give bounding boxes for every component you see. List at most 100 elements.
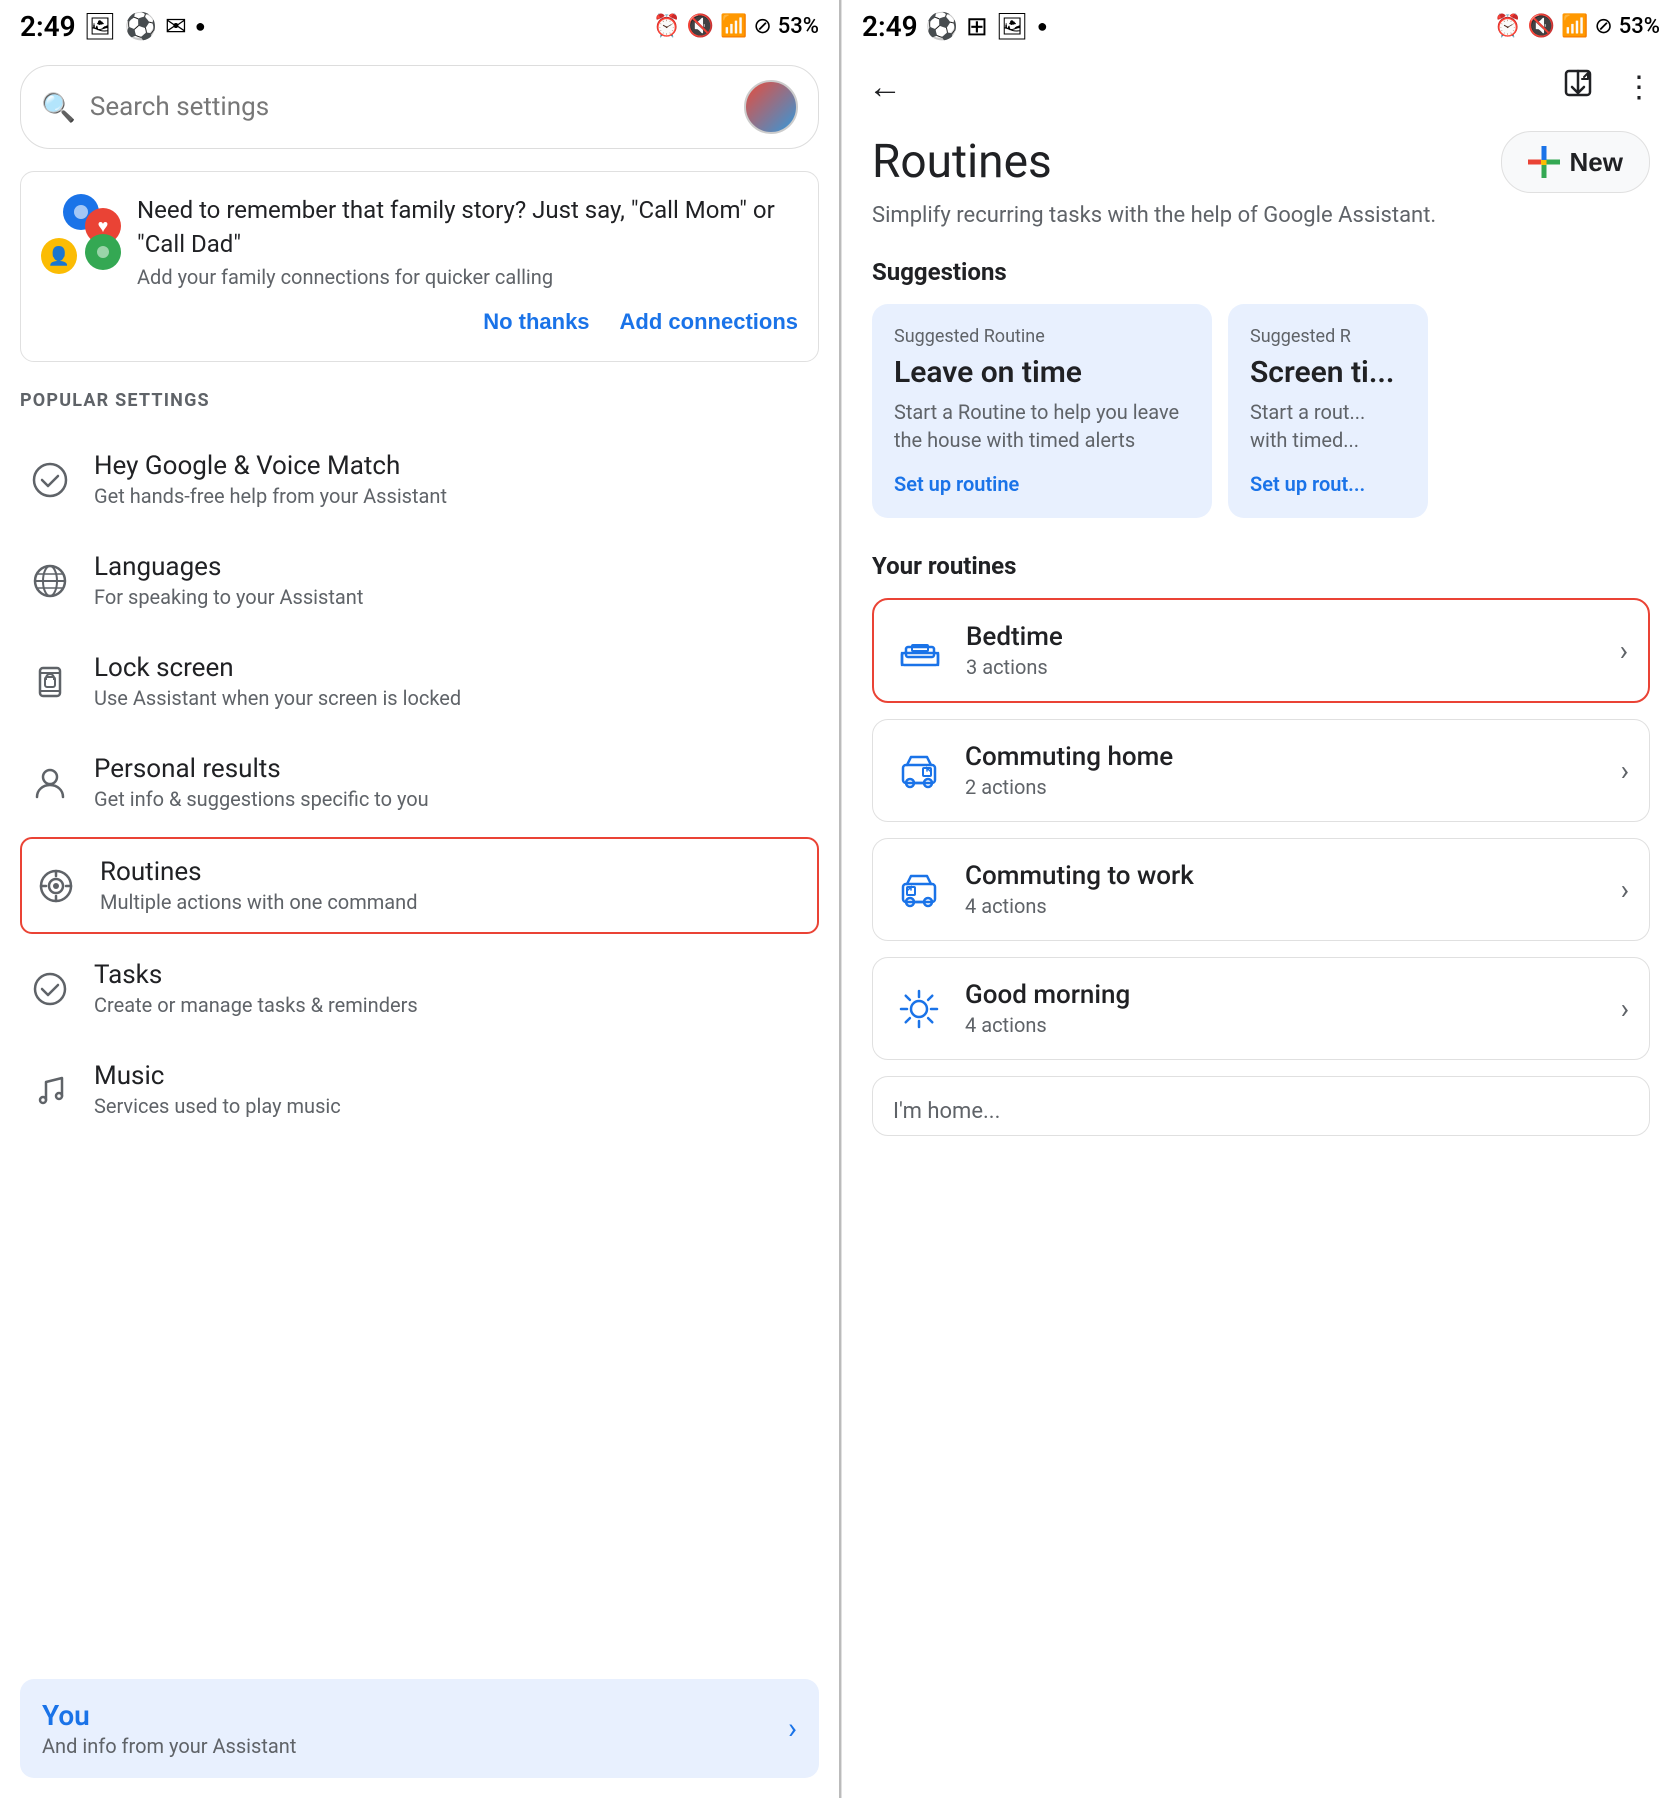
you-title: You [42, 1699, 296, 1732]
commuting-work-sub: 4 actions [965, 894, 1601, 918]
car-home-icon [893, 745, 945, 797]
hey-google-text: Hey Google & Voice Match Get hands-free … [94, 451, 811, 508]
suggestion-link-2[interactable]: Set up rout... [1250, 472, 1406, 496]
languages-text: Languages For speaking to your Assistant [94, 552, 811, 609]
mute-icon-left: 🔇 [687, 14, 714, 39]
commuting-home-text: Commuting home 2 actions [965, 742, 1601, 799]
commuting-home-sub: 2 actions [965, 775, 1601, 799]
suggestion-card-screen-time[interactable]: Suggested R Screen ti... Start a rout...… [1228, 304, 1428, 518]
lock-screen-sub: Use Assistant when your screen is locked [94, 686, 811, 710]
ball-icon: ⚽ [125, 12, 157, 42]
bed-icon [894, 625, 946, 677]
car-work-icon [893, 864, 945, 916]
promo-subtitle: Add your family connections for quicker … [137, 265, 798, 289]
dot-indicator: ● [195, 16, 206, 37]
avatar[interactable] [744, 80, 798, 134]
back-button[interactable]: ← [862, 62, 908, 113]
promo-text: Need to remember that family story? Just… [137, 194, 798, 289]
tasks-title: Tasks [94, 960, 811, 990]
suggestion-desc-2: Start a rout... with timed... [1250, 398, 1406, 454]
mute-icon-right: 🔇 [1528, 14, 1555, 39]
suggestion-label-2: Suggested R [1250, 326, 1406, 347]
block-icon-right: ⊘ [1594, 14, 1612, 39]
lock-screen-text: Lock screen Use Assistant when your scre… [94, 653, 811, 710]
suggestions-section-title: Suggestions [872, 258, 1650, 286]
partial-item-label: I'm home... [893, 1099, 1629, 1124]
settings-item-hey-google[interactable]: Hey Google & Voice Match Get hands-free … [20, 429, 819, 530]
status-right-left: ⏰ 🔇 📶 ⊘ 53% [653, 14, 819, 39]
bedtime-sub: 3 actions [966, 655, 1600, 679]
no-thanks-button[interactable]: No thanks [483, 305, 589, 339]
bedtime-title: Bedtime [966, 622, 1600, 652]
new-routine-button[interactable]: New [1501, 131, 1650, 193]
hey-google-title: Hey Google & Voice Match [94, 451, 811, 481]
you-card[interactable]: You And info from your Assistant › [20, 1679, 819, 1778]
header-actions: ⋮ [1556, 61, 1660, 113]
search-icon: 🔍 [41, 91, 76, 124]
music-icon [28, 1068, 72, 1112]
promo-card: ♥ 👤 Need to remember that family story? … [20, 171, 819, 362]
right-header-nav: ← ⋮ [842, 49, 1680, 121]
google-plus-icon [1528, 146, 1560, 178]
languages-title: Languages [94, 552, 811, 582]
promo-green-icon [85, 234, 121, 270]
suggestion-title-2: Screen ti... [1250, 355, 1406, 390]
suggestion-title-1: Leave on time [894, 355, 1190, 390]
check-circle-icon [28, 458, 72, 502]
music-sub: Services used to play music [94, 1094, 811, 1118]
settings-item-lock-screen[interactable]: Lock screen Use Assistant when your scre… [20, 631, 819, 732]
settings-item-music[interactable]: Music Services used to play music [20, 1039, 819, 1140]
right-status-left: 2:49 ⚽ ⊞ 🖼 ● [862, 10, 1048, 43]
promo-icons: ♥ 👤 [41, 194, 121, 274]
battery-right: 53% [1619, 14, 1660, 39]
good-morning-chevron-icon: › [1621, 992, 1629, 1025]
good-morning-text: Good morning 4 actions [965, 980, 1601, 1037]
settings-item-tasks[interactable]: Tasks Create or manage tasks & reminders [20, 938, 819, 1039]
hey-google-sub: Get hands-free help from your Assistant [94, 484, 811, 508]
battery-left: 53% [778, 14, 819, 39]
personal-results-text: Personal results Get info & suggestions … [94, 754, 811, 811]
you-card-text: You And info from your Assistant [42, 1699, 296, 1758]
more-options-button[interactable]: ⋮ [1618, 64, 1660, 111]
suggestion-card-leave-on-time[interactable]: Suggested Routine Leave on time Start a … [872, 304, 1212, 518]
title-row: Routines New [872, 131, 1650, 193]
routine-item-good-morning[interactable]: Good morning 4 actions › [872, 957, 1650, 1060]
install-app-button[interactable] [1556, 61, 1600, 113]
search-input-placeholder[interactable]: Search settings [90, 92, 730, 122]
suggestion-label-1: Suggested Routine [894, 326, 1190, 347]
routines-subtitle: Simplify recurring tasks with the help o… [872, 203, 1650, 228]
add-connections-button[interactable]: Add connections [620, 305, 798, 339]
search-bar[interactable]: 🔍 Search settings [20, 65, 819, 149]
settings-item-routines[interactable]: Routines Multiple actions with one comma… [20, 837, 819, 934]
routine-item-im-home-partial[interactable]: I'm home... [872, 1076, 1650, 1136]
right-status-right: ⏰ 🔇 📶 ⊘ 53% [1494, 14, 1660, 39]
your-routines-section-title: Your routines [872, 552, 1650, 580]
popular-settings-header: POPULAR SETTINGS [20, 390, 819, 411]
right-panel: 2:49 ⚽ ⊞ 🖼 ● ⏰ 🔇 📶 ⊘ 53% ← ⋮ [841, 0, 1680, 1798]
wifi-icon-left: 📶 [720, 14, 747, 39]
alarm-icon-right: ⏰ [1494, 14, 1521, 39]
tasks-sub: Create or manage tasks & reminders [94, 993, 811, 1017]
tasks-icon [28, 967, 72, 1011]
good-morning-title: Good morning [965, 980, 1601, 1010]
status-time-right: 2:49 [862, 10, 918, 43]
grid-icon-right: ⊞ [966, 12, 988, 42]
alarm-icon-left: ⏰ [653, 14, 680, 39]
settings-item-personal-results[interactable]: Personal results Get info & suggestions … [20, 732, 819, 833]
routines-icon [34, 864, 78, 908]
settings-item-languages[interactable]: Languages For speaking to your Assistant [20, 530, 819, 631]
status-time-left: 2:49 [20, 10, 76, 43]
promo-title: Need to remember that family story? Just… [137, 194, 798, 261]
sun-icon [893, 983, 945, 1035]
commuting-work-title: Commuting to work [965, 861, 1601, 891]
routine-item-bedtime[interactable]: Bedtime 3 actions › [872, 598, 1650, 703]
routine-item-commuting-work[interactable]: Commuting to work 4 actions › [872, 838, 1650, 941]
music-title: Music [94, 1061, 811, 1091]
routine-item-commuting-home[interactable]: Commuting home 2 actions › [872, 719, 1650, 822]
ball-icon-right: ⚽ [926, 12, 958, 42]
status-left: 2:49 🖼 ⚽ ✉ ● [20, 10, 206, 43]
you-subtitle: And info from your Assistant [42, 1734, 296, 1758]
wifi-icon-right: 📶 [1561, 14, 1588, 39]
person-icon [28, 761, 72, 805]
suggestion-link-1[interactable]: Set up routine [894, 472, 1190, 496]
